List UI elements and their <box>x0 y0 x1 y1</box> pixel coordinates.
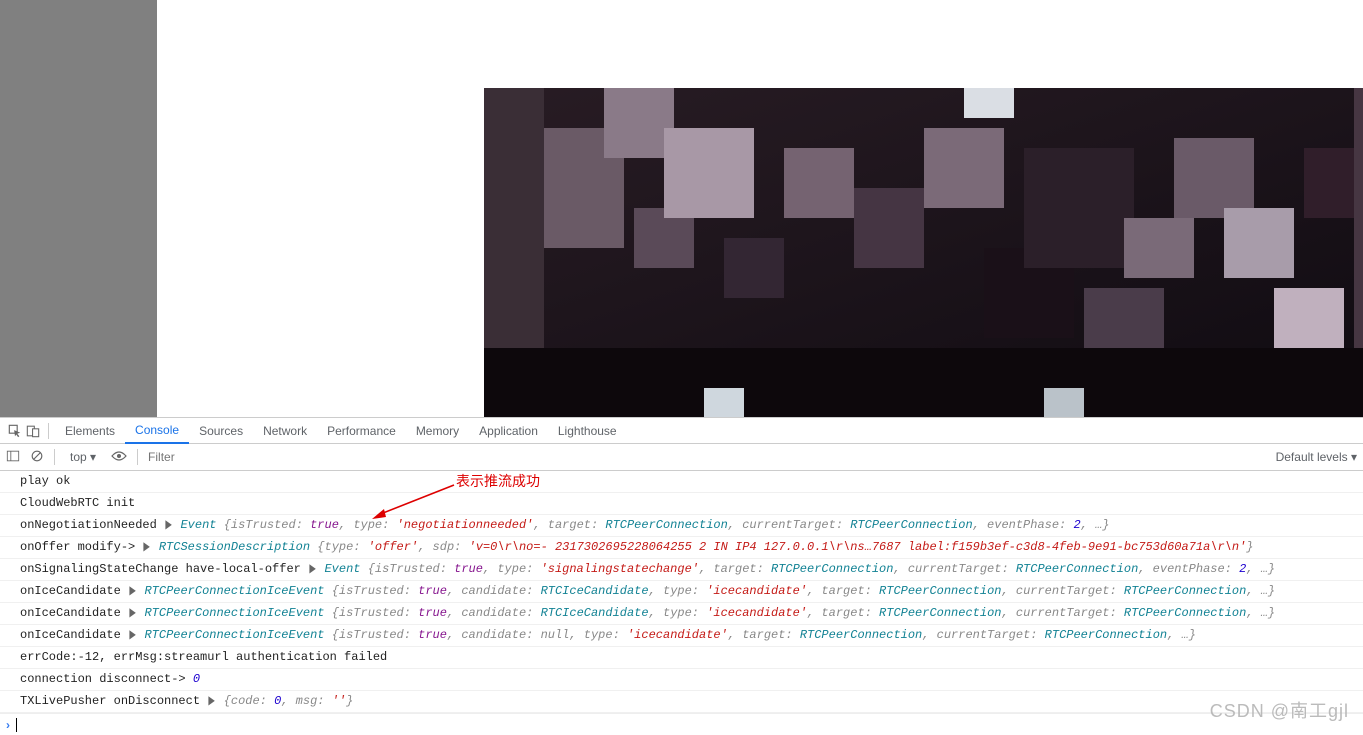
console-row[interactable]: connection disconnect-> 0 <box>0 669 1363 691</box>
sidebar-toggle-icon[interactable] <box>6 449 20 466</box>
separator <box>48 423 49 439</box>
tab-sources[interactable]: Sources <box>189 418 253 444</box>
devtools: ElementsConsoleSourcesNetworkPerformance… <box>0 417 1363 735</box>
devtools-tabs: ElementsConsoleSourcesNetworkPerformance… <box>0 418 1363 444</box>
console-row[interactable]: onSignalingStateChange have-local-offer … <box>0 559 1363 581</box>
console-row[interactable]: onIceCandidate ▶ RTCPeerConnectionIceEve… <box>0 625 1363 647</box>
console-row[interactable]: onOffer modify-> ▶ RTCSessionDescription… <box>0 537 1363 559</box>
separator <box>54 449 55 465</box>
console-row[interactable]: onIceCandidate ▶ RTCPeerConnectionIceEve… <box>0 603 1363 625</box>
log-levels-selector[interactable]: Default levels ▾ <box>1276 450 1357 464</box>
console-row[interactable]: onIceCandidate ▶ RTCPeerConnectionIceEve… <box>0 581 1363 603</box>
console-row[interactable]: onNegotiationNeeded ▶ Event {isTrusted: … <box>0 515 1363 537</box>
tab-memory[interactable]: Memory <box>406 418 469 444</box>
console-prompt[interactable]: › <box>0 713 1363 735</box>
filter-input[interactable] <box>148 450 348 464</box>
tab-application[interactable]: Application <box>469 418 548 444</box>
context-selector[interactable]: top ▾ <box>65 448 101 466</box>
console-row[interactable]: errCode:-12, errMsg:streamurl authentica… <box>0 647 1363 669</box>
console-output[interactable]: 表示推流成功 play okCloudWebRTC initonNegotiat… <box>0 471 1363 713</box>
annotation-arrow-icon <box>372 483 462 521</box>
inspect-icon[interactable] <box>6 418 24 444</box>
separator <box>137 449 138 465</box>
video-stream <box>484 88 1363 417</box>
console-toolbar: top ▾ Default levels ▾ <box>0 444 1363 471</box>
annotation-text: 表示推流成功 <box>456 471 540 492</box>
tab-performance[interactable]: Performance <box>317 418 406 444</box>
video-panel <box>157 0 1363 417</box>
console-row[interactable]: CloudWebRTC init <box>0 493 1363 515</box>
device-toggle-icon[interactable] <box>24 418 42 444</box>
eye-icon[interactable] <box>111 450 127 465</box>
console-row[interactable]: TXLivePusher onDisconnect ▶ {code: 0, ms… <box>0 691 1363 713</box>
tab-network[interactable]: Network <box>253 418 317 444</box>
input-cursor <box>16 718 17 732</box>
page-content-area <box>0 0 1363 417</box>
watermark: CSDN @南工gjl <box>1210 697 1349 723</box>
clear-console-icon[interactable] <box>30 449 44 466</box>
tab-console[interactable]: Console <box>125 418 189 444</box>
console-row[interactable]: play ok <box>0 471 1363 493</box>
tab-lighthouse[interactable]: Lighthouse <box>548 418 627 444</box>
tab-elements[interactable]: Elements <box>55 418 125 444</box>
chevron-right-icon: › <box>6 718 10 732</box>
